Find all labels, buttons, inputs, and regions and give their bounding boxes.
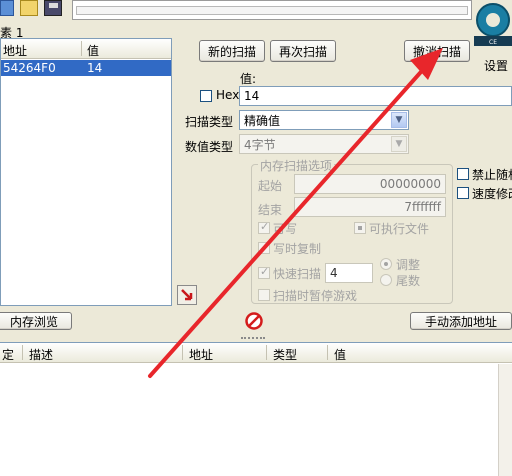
- hex-label: Hex: [216, 88, 240, 102]
- svg-text:CE: CE: [489, 39, 497, 46]
- address-table[interactable]: 定 描述 地址 类型 值: [0, 342, 512, 476]
- cheat-engine-logo-icon[interactable]: CE: [474, 0, 512, 52]
- splitter-handle[interactable]: [0, 334, 512, 342]
- fast-scan-checkbox[interactable]: [258, 265, 270, 279]
- scan-type-label: 扫描类型: [185, 115, 234, 129]
- header-divider: [81, 41, 82, 56]
- open-process-icon[interactable]: [0, 0, 14, 16]
- value-label: 值:: [240, 72, 257, 86]
- undo-scan-button[interactable]: 撤消扫描: [404, 40, 470, 62]
- chevron-down-icon[interactable]: ▼: [391, 112, 407, 128]
- new-scan-button[interactable]: 新的扫描: [199, 40, 265, 62]
- header-address[interactable]: 地址: [189, 346, 213, 363]
- value-type-select[interactable]: 4字节: [239, 134, 409, 154]
- header-value[interactable]: 值: [334, 346, 346, 363]
- executable-checkbox[interactable]: [354, 222, 366, 234]
- disable-random-checkbox[interactable]: [457, 168, 469, 180]
- scan-type-select[interactable]: 精确值: [239, 110, 409, 130]
- row-value: 14: [87, 61, 103, 75]
- stop-icon[interactable]: [245, 312, 263, 330]
- writable-label: 可写: [273, 222, 298, 236]
- header-divider: [22, 345, 23, 360]
- disable-random-label: 禁止随机: [472, 168, 512, 182]
- copy-on-write-checkbox[interactable]: [258, 242, 270, 254]
- pause-game-checkbox[interactable]: [258, 289, 270, 301]
- add-to-list-arrow-icon[interactable]: [177, 285, 197, 305]
- speedhack-label: 速度修改: [472, 187, 512, 201]
- last-digit-label: 尾数: [396, 274, 421, 288]
- header-value[interactable]: 值: [87, 42, 99, 59]
- header-description[interactable]: 描述: [29, 346, 53, 363]
- start-label: 起始: [258, 179, 283, 193]
- start-address-input[interactable]: 00000000: [294, 174, 446, 194]
- header-frozen[interactable]: 定: [2, 346, 14, 363]
- end-address-input[interactable]: 7fffffff: [294, 197, 446, 217]
- pause-game-label: 扫描时暂停游戏: [273, 289, 357, 303]
- executable-label: 可执行文件: [369, 222, 430, 236]
- memory-options-legend: 内存扫描选项: [258, 157, 335, 174]
- found-address-list[interactable]: 地址 值 54264F0 14: [0, 38, 172, 306]
- table-row[interactable]: 54264F0 14: [1, 60, 171, 76]
- open-folder-icon[interactable]: [20, 0, 38, 16]
- add-address-manually-button[interactable]: 手动添加地址: [410, 312, 512, 330]
- found-list-header: 地址 值: [1, 39, 171, 59]
- end-label: 结束: [258, 203, 283, 217]
- chevron-down-icon[interactable]: ▼: [391, 136, 407, 152]
- save-icon[interactable]: [44, 0, 62, 16]
- last-digit-radio[interactable]: [380, 274, 392, 286]
- hex-checkbox[interactable]: [200, 90, 212, 102]
- value-input[interactable]: 14: [239, 86, 512, 106]
- speedhack-checkbox[interactable]: [457, 187, 469, 199]
- header-divider: [266, 345, 267, 360]
- writable-checkbox[interactable]: [258, 220, 270, 234]
- vertical-scrollbar[interactable]: [498, 364, 512, 476]
- fast-scan-label: 快速扫描: [273, 267, 322, 281]
- address-table-header: 定 描述 地址 类型 值: [0, 343, 512, 363]
- process-title-bar: [72, 0, 472, 20]
- copy-on-write-label: 写时复制: [273, 242, 322, 256]
- process-progress-bar: [76, 6, 468, 15]
- header-type[interactable]: 类型: [273, 346, 297, 363]
- header-divider: [182, 345, 183, 360]
- align-radio[interactable]: [380, 258, 392, 270]
- fast-scan-input[interactable]: 4: [325, 263, 373, 283]
- row-address: 54264F0: [3, 61, 56, 75]
- header-divider: [327, 345, 328, 360]
- settings-label[interactable]: 设置: [484, 57, 508, 74]
- align-label: 调整: [396, 258, 421, 272]
- next-scan-button[interactable]: 再次扫描: [270, 40, 336, 62]
- memory-view-button[interactable]: 内存浏览: [0, 312, 72, 330]
- value-type-label: 数值类型: [185, 140, 234, 154]
- header-address[interactable]: 地址: [3, 42, 27, 59]
